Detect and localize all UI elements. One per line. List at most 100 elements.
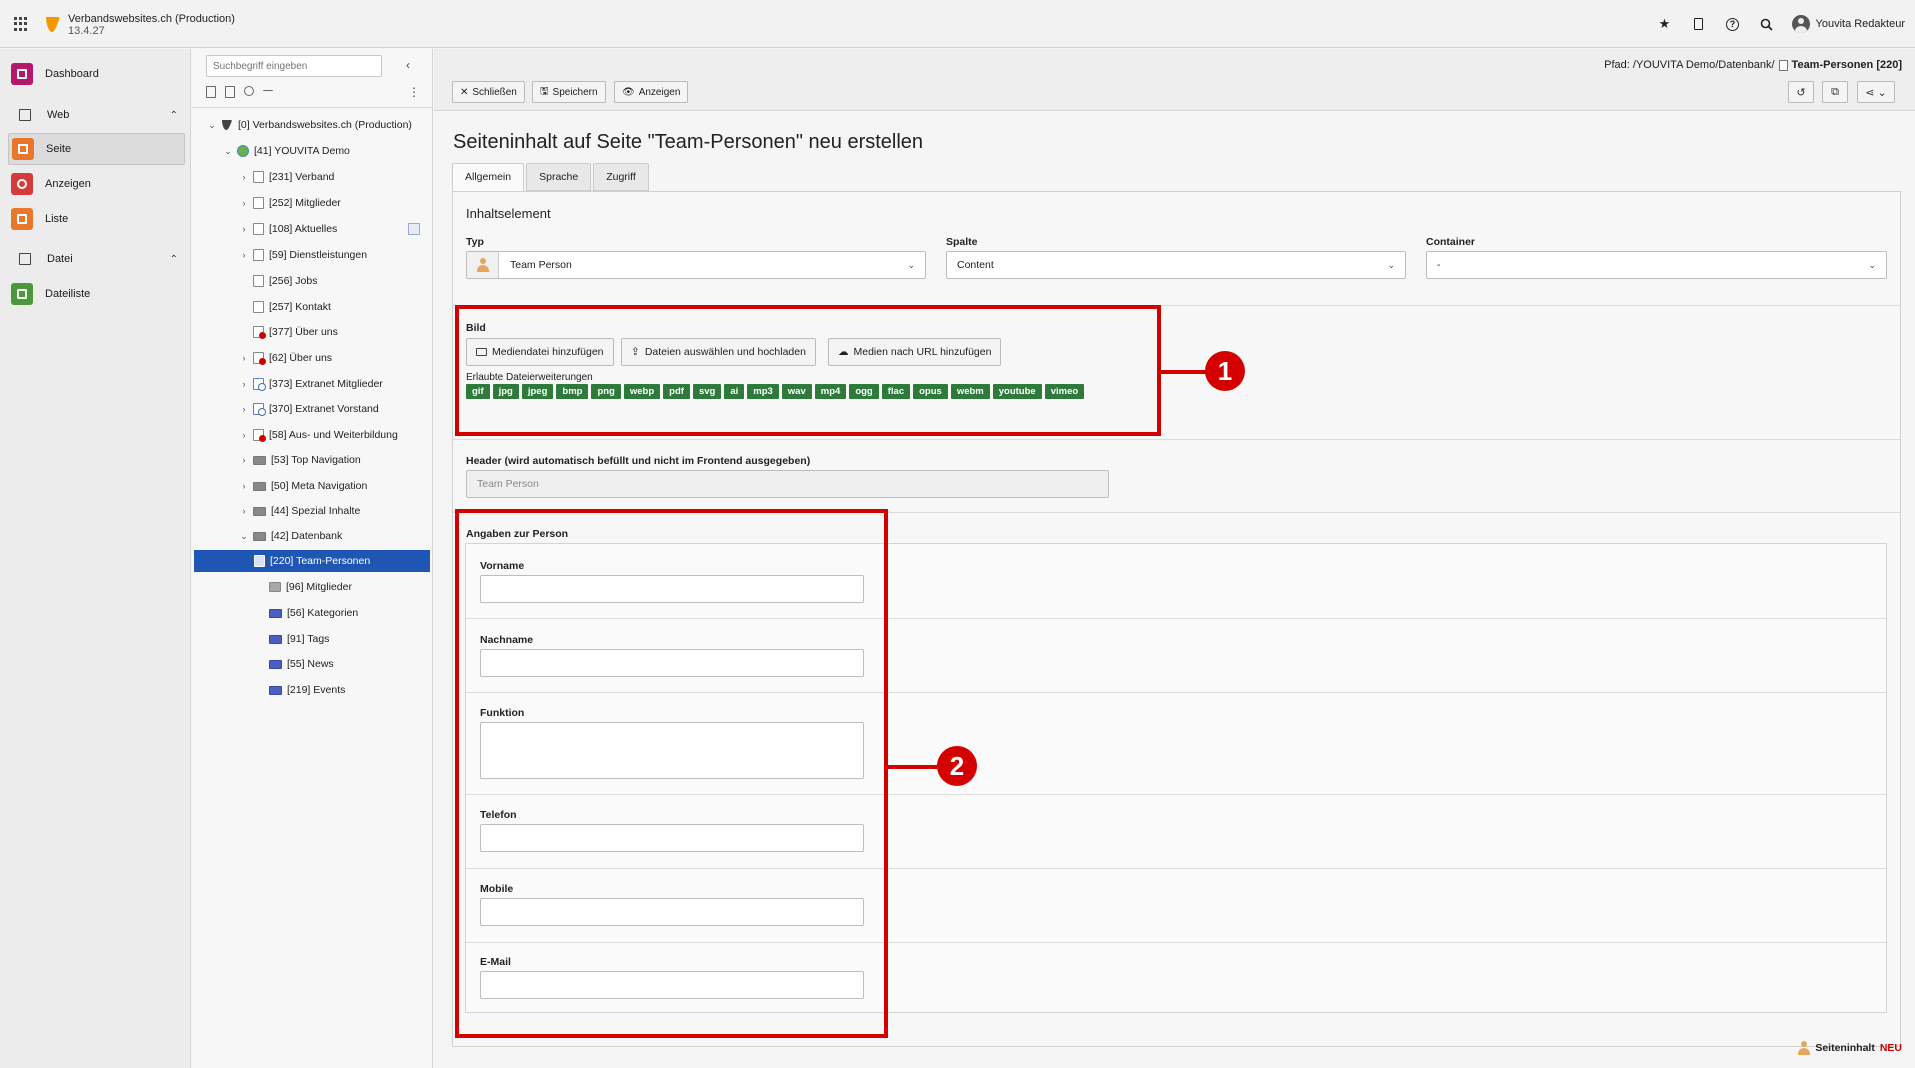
tree-node-selected[interactable]: [220] Team-Personen <box>194 550 430 572</box>
tree-node[interactable]: › [231] Verband <box>238 166 334 188</box>
chevron-right-icon[interactable]: › <box>238 506 250 516</box>
tree-node[interactable]: › [370] Extranet Vorstand <box>238 398 379 420</box>
folder-icon <box>269 634 282 644</box>
annotation-line-1 <box>1161 370 1206 374</box>
tree-node[interactable]: › [53] Top Navigation <box>238 449 361 471</box>
doc-header: Pfad: /YOUVITA Demo/Datenbank/ Team-Pers… <box>434 49 1915 111</box>
user-menu[interactable]: Youvita Redakteur <box>1791 15 1906 33</box>
tree-node[interactable]: [56] Kategorien <box>269 602 358 624</box>
new-page-icon[interactable] <box>206 86 216 98</box>
user-name: Youvita Redakteur <box>1815 18 1906 30</box>
sysfolder-icon <box>269 582 281 592</box>
module-dashboard[interactable]: Dashboard <box>8 58 185 90</box>
tab-zugriff[interactable]: Zugriff <box>593 163 649 191</box>
open-new-window-button[interactable]: ⧉ <box>1822 81 1848 103</box>
chevron-right-icon[interactable]: › <box>238 224 250 234</box>
tree-node[interactable]: › [44] Spezial Inhalte <box>238 500 361 522</box>
chevron-down-icon[interactable]: ⌄ <box>206 120 218 131</box>
view-button[interactable]: 👁 Anzeigen <box>614 81 689 103</box>
chevron-right-icon[interactable]: › <box>238 455 250 465</box>
tree-search-input[interactable] <box>206 55 382 77</box>
tree-node[interactable]: › [59] Dienstleistungen <box>238 244 367 266</box>
tree-node[interactable]: [219] Events <box>269 679 345 701</box>
typ-select[interactable]: Team Person ⌄ <box>466 251 926 279</box>
chevron-right-icon[interactable]: › <box>238 379 250 389</box>
container-label: Container <box>1426 236 1476 248</box>
module-group-web[interactable]: Web ⌃ <box>8 105 178 125</box>
typo3-logo-icon[interactable] <box>44 14 62 34</box>
chevron-right-icon[interactable]: › <box>238 250 250 260</box>
chevron-right-icon[interactable]: › <box>238 481 250 491</box>
tab-sprache[interactable]: Sprache <box>526 163 592 191</box>
share-icon: ⋖ ⌄ <box>1865 86 1887 99</box>
folder-icon <box>269 685 282 695</box>
link-icon[interactable] <box>244 86 254 96</box>
site-name: Verbandswebsites.ch (Production) <box>68 13 235 25</box>
spalte-select[interactable]: Content ⌄ <box>946 251 1406 279</box>
new-page-type-icon[interactable] <box>225 86 235 98</box>
container-select[interactable]: - ⌄ <box>1426 251 1887 279</box>
tree-node[interactable]: ⌄ [41] YOUVITA Demo <box>222 140 350 162</box>
dashboard-icon <box>11 63 33 85</box>
bookmark-icon[interactable] <box>1690 15 1708 33</box>
share-dropdown-button[interactable]: ⋖ ⌄ <box>1857 81 1895 103</box>
tree-toolbar <box>206 86 273 98</box>
tree-node[interactable]: › [252] Mitglieder <box>238 192 341 214</box>
tree-node[interactable]: › [62] Über uns <box>238 347 332 369</box>
star-icon[interactable]: ★ <box>1656 15 1674 33</box>
collapse-tree-icon[interactable]: ‹ <box>406 58 410 72</box>
tree-node[interactable]: [257] Kontakt <box>238 296 331 318</box>
module-menu-grid-icon[interactable] <box>14 17 28 31</box>
separator-icon[interactable] <box>263 90 273 96</box>
restricted-page-icon <box>253 352 266 365</box>
module-dateiliste[interactable]: Dateiliste <box>8 278 185 310</box>
header-input[interactable]: Team Person <box>466 470 1109 498</box>
chevron-down-icon[interactable]: ⌄ <box>238 531 250 542</box>
folder-icon <box>253 506 266 516</box>
close-button[interactable]: ✕ Schließen <box>452 81 525 103</box>
site-version: 13.4.27 <box>68 25 105 37</box>
tab-allgemein[interactable]: Allgemein <box>452 163 525 191</box>
tree-node[interactable]: › [373] Extranet Mitglieder <box>238 373 383 395</box>
eye-icon: 👁 <box>622 86 635 98</box>
chevron-right-icon[interactable]: › <box>238 172 250 182</box>
module-liste[interactable]: Liste <box>8 203 185 235</box>
tree-node[interactable]: ⌄ [42] Datenbank <box>238 525 342 547</box>
help-icon[interactable]: ? <box>1724 15 1742 33</box>
tree-more-icon[interactable]: ⋮ <box>408 85 420 99</box>
module-seite[interactable]: Seite <box>8 133 185 165</box>
chevron-right-icon[interactable]: › <box>238 430 250 440</box>
save-icon: 🖫 <box>540 85 549 97</box>
record-status: Seiteninhalt NEU <box>1798 1041 1902 1055</box>
annotation-badge-2: 2 <box>937 746 977 786</box>
tree-node[interactable]: [91] Tags <box>269 628 329 650</box>
search-icon[interactable] <box>1758 15 1776 33</box>
chevron-down-icon[interactable]: ⌄ <box>222 146 234 157</box>
list-icon <box>11 208 33 230</box>
header-label: Header (wird automatisch befüllt und nic… <box>466 455 811 467</box>
chevron-right-icon[interactable]: › <box>238 353 250 363</box>
chevron-right-icon[interactable]: › <box>238 198 250 208</box>
tree-node[interactable]: › [50] Meta Navigation <box>238 475 368 497</box>
annotation-box-2 <box>455 509 888 1038</box>
save-button[interactable]: 🖫 Speichern <box>532 81 606 103</box>
chevron-up-icon: ⌃ <box>169 253 178 265</box>
restricted-page-icon <box>253 326 266 339</box>
module-anzeigen[interactable]: Anzeigen <box>8 168 185 200</box>
shortcut-page-icon <box>253 403 266 416</box>
shortcut-page-icon <box>253 378 266 391</box>
chevron-right-icon[interactable]: › <box>238 404 250 414</box>
tree-node[interactable]: [55] News <box>269 653 334 675</box>
tree-node[interactable]: ⌄ [0] Verbandswebsites.ch (Production) <box>206 114 412 136</box>
page-info-icon[interactable] <box>408 223 420 235</box>
module-group-datei[interactable]: Datei ⌃ <box>8 249 178 269</box>
tree-node[interactable]: [256] Jobs <box>238 270 317 292</box>
history-button[interactable]: ↺ <box>1788 81 1814 103</box>
page-tree: ‹ ⋮ ⌄ [0] Verbandswebsites.ch (Productio… <box>192 49 433 1068</box>
image-icon <box>19 253 31 265</box>
tree-node[interactable]: [96] Mitglieder <box>269 576 352 598</box>
tree-node[interactable]: [377] Über uns <box>238 321 338 343</box>
tree-node[interactable]: › [58] Aus- und Weiterbildung <box>238 424 398 446</box>
chevron-down-icon: ⌄ <box>1387 260 1395 270</box>
tree-node[interactable]: › [108] Aktuelles <box>238 218 337 240</box>
